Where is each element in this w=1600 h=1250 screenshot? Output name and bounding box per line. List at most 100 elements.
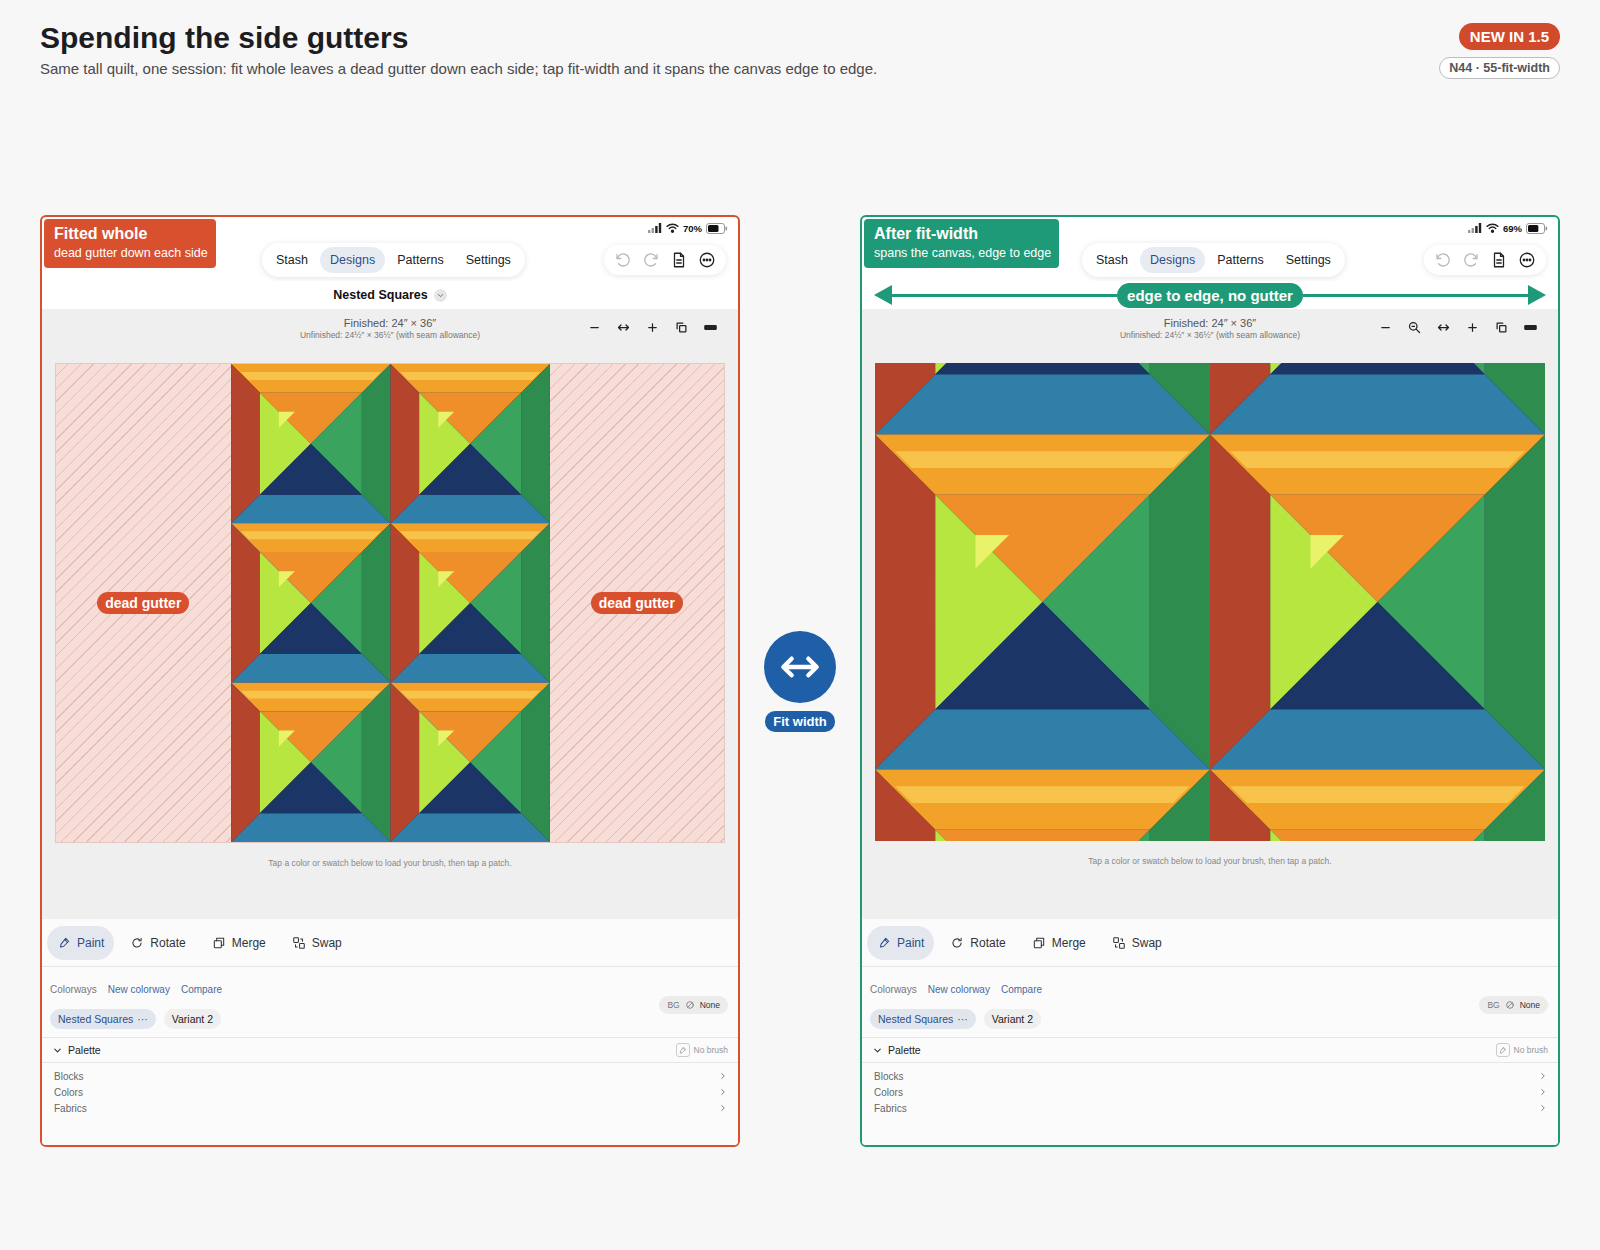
zoom-out-button[interactable]	[1378, 320, 1393, 335]
quilt-block[interactable]	[390, 364, 549, 523]
design-menu-button[interactable]	[434, 289, 447, 302]
more-button[interactable]	[698, 251, 716, 269]
palette-section[interactable]: Fabrics	[54, 1100, 728, 1116]
fit-width-button[interactable]	[616, 320, 631, 335]
fit-height-icon[interactable]	[703, 320, 718, 335]
colorway-link[interactable]: Compare	[181, 984, 222, 995]
quilt-block[interactable]	[231, 364, 390, 523]
colorway-chip[interactable]: Nested Squares···	[50, 1009, 156, 1029]
colorway-chip[interactable]: Nested Squares···	[870, 1009, 976, 1029]
rotate-canvas-icon[interactable]	[1494, 320, 1509, 335]
undo-button[interactable]	[614, 251, 632, 269]
rotate-tool[interactable]: Rotate	[940, 926, 1015, 960]
merge-tool[interactable]: Merge	[202, 926, 276, 960]
swap-tool[interactable]: Swap	[282, 926, 352, 960]
more-icon[interactable]	[698, 251, 716, 269]
tab[interactable]: Settings	[1276, 247, 1341, 273]
design-title[interactable]: Nested Squares	[333, 288, 427, 302]
canvas-toolbar	[1300, 317, 1558, 335]
undo-icon[interactable]	[1434, 251, 1452, 269]
fit-height-icon[interactable]	[1523, 320, 1538, 335]
palette-section[interactable]: Blocks	[54, 1068, 728, 1084]
quilt-canvas[interactable]	[875, 363, 1545, 841]
doc-button[interactable]	[670, 251, 688, 269]
quilt-block[interactable]	[390, 683, 549, 842]
zoom-icon[interactable]	[1407, 320, 1422, 335]
palette-header[interactable]: PaletteNo brush	[862, 1037, 1558, 1063]
background-chip[interactable]: BGNone	[659, 996, 728, 1014]
design-canvas: Finished: 24″ × 36″Unfinished: 24½″ × 36…	[42, 309, 738, 919]
dimensions: Finished: 24″ × 36″Unfinished: 24½″ × 36…	[300, 317, 480, 341]
zoom-in-icon[interactable]	[1465, 320, 1480, 335]
zoom-out-icon[interactable]	[1378, 320, 1393, 335]
chip-more[interactable]: ···	[957, 1013, 968, 1025]
redo-icon[interactable]	[1462, 251, 1480, 269]
tab[interactable]: Patterns	[1207, 247, 1274, 273]
quilt-block[interactable]	[1210, 363, 1545, 435]
fit-height-button[interactable]	[703, 320, 718, 335]
quilt-block[interactable]	[875, 435, 1210, 770]
fit-width-button[interactable]	[764, 631, 836, 703]
quilt-block[interactable]	[390, 523, 549, 682]
more-button[interactable]	[1518, 251, 1536, 269]
rotate-canvas-button[interactable]	[1494, 320, 1509, 335]
quilt-block[interactable]	[1210, 435, 1545, 770]
undo-button[interactable]	[1434, 251, 1452, 269]
fit-width-icon[interactable]	[1436, 320, 1451, 335]
doc-icon[interactable]	[1490, 251, 1508, 269]
palette-sections: BlocksColorsFabrics	[862, 1063, 1558, 1116]
colorway-section: ColorwaysNew colorwayCompareNested Squar…	[862, 977, 1558, 1033]
rotate-canvas-icon[interactable]	[674, 320, 689, 335]
palette-header[interactable]: PaletteNo brush	[42, 1037, 738, 1063]
palette-section[interactable]: Colors	[874, 1084, 1548, 1100]
rotate-tool[interactable]: Rotate	[120, 926, 195, 960]
redo-button[interactable]	[1462, 251, 1480, 269]
tab[interactable]: Stash	[266, 247, 318, 273]
tab[interactable]: Designs	[1140, 247, 1205, 273]
background-chip[interactable]: BGNone	[1479, 996, 1548, 1014]
zoom-out-button[interactable]	[587, 320, 602, 335]
redo-button[interactable]	[642, 251, 660, 269]
colorway-section: ColorwaysNew colorwayCompareNested Squar…	[42, 977, 738, 1033]
tab[interactable]: Stash	[1086, 247, 1138, 273]
fit-width-icon[interactable]	[616, 320, 631, 335]
quilt-block[interactable]	[1210, 770, 1545, 842]
dimensions: Finished: 24″ × 36″Unfinished: 24½″ × 36…	[1120, 317, 1300, 341]
fit-width-button[interactable]	[1436, 320, 1451, 335]
quilt-block[interactable]	[875, 363, 1210, 435]
palette-section[interactable]: Colors	[54, 1084, 728, 1100]
swap-tool[interactable]: Swap	[1102, 926, 1172, 960]
doc-button[interactable]	[1490, 251, 1508, 269]
more-icon[interactable]	[1518, 251, 1536, 269]
colorway-chip[interactable]: Variant 2	[164, 1009, 221, 1029]
colorway-link[interactable]: New colorway	[928, 984, 990, 995]
tab[interactable]: Designs	[320, 247, 385, 273]
tool-bar: PaintRotateMergeSwap	[862, 919, 1558, 967]
zoom-in-icon[interactable]	[645, 320, 660, 335]
redo-icon[interactable]	[642, 251, 660, 269]
tab[interactable]: Settings	[456, 247, 521, 273]
merge-tool[interactable]: Merge	[1022, 926, 1096, 960]
zoom-in-button[interactable]	[645, 320, 660, 335]
paint-tool[interactable]: Paint	[867, 926, 934, 960]
quilt-block[interactable]	[231, 523, 390, 682]
colorway-link[interactable]: Compare	[1001, 984, 1042, 995]
rotate-canvas-button[interactable]	[674, 320, 689, 335]
fit-height-button[interactable]	[1523, 320, 1538, 335]
palette-section[interactable]: Blocks	[874, 1068, 1548, 1084]
chip-more[interactable]: ···	[137, 1013, 148, 1025]
doc-icon[interactable]	[670, 251, 688, 269]
paint-tool[interactable]: Paint	[47, 926, 114, 960]
undo-icon[interactable]	[614, 251, 632, 269]
tab[interactable]: Patterns	[387, 247, 454, 273]
zoom-in-button[interactable]	[1465, 320, 1480, 335]
palette-section[interactable]: Fabrics	[874, 1100, 1548, 1116]
zoom-button[interactable]	[1407, 320, 1422, 335]
quilt-canvas[interactable]	[231, 364, 550, 842]
colorway-chip[interactable]: Variant 2	[984, 1009, 1041, 1029]
quilt-block[interactable]	[231, 683, 390, 842]
chevron-right-icon	[1538, 1103, 1548, 1113]
colorway-link[interactable]: New colorway	[108, 984, 170, 995]
quilt-block[interactable]	[875, 770, 1210, 842]
zoom-out-icon[interactable]	[587, 320, 602, 335]
